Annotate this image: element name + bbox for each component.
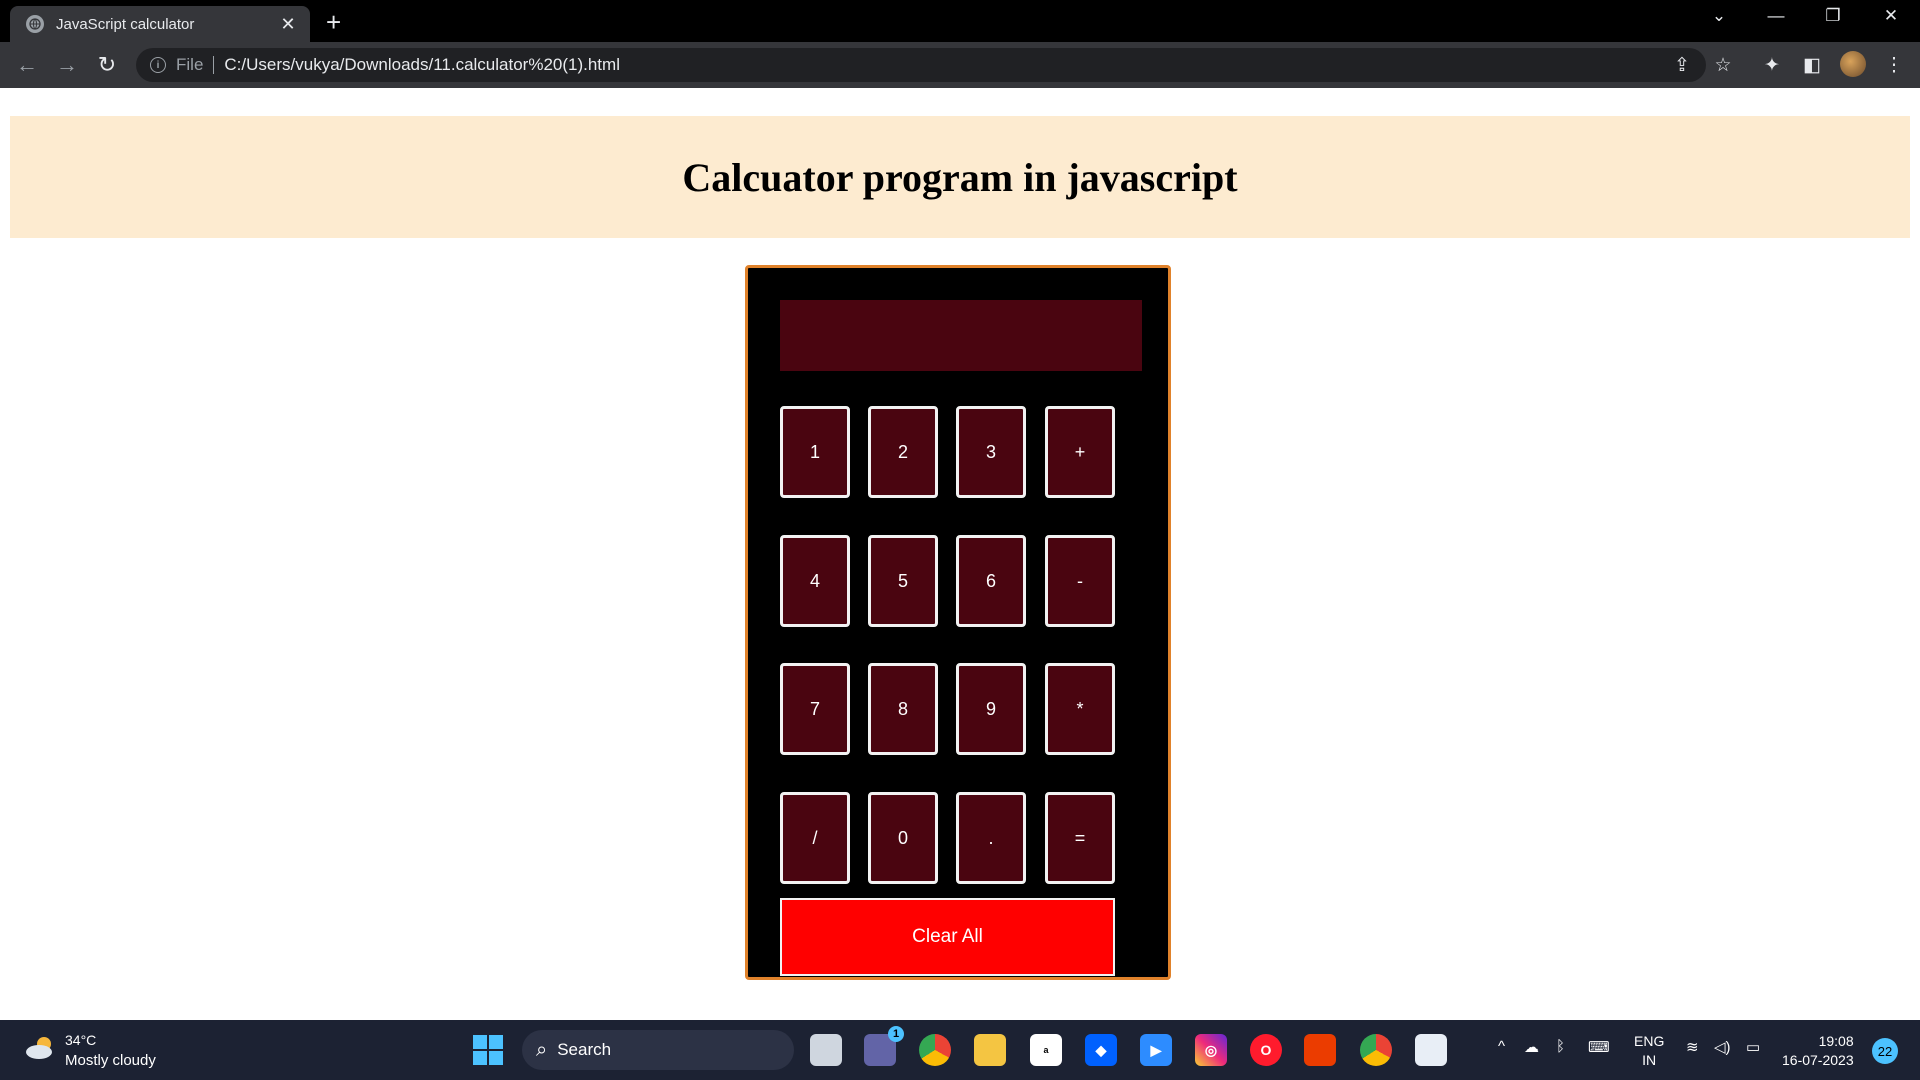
info-icon[interactable]: i	[150, 57, 166, 73]
calculator-display[interactable]	[780, 300, 1142, 371]
instagram-icon[interactable]: ◎	[1195, 1034, 1227, 1066]
bookmark-star-icon[interactable]: ☆	[1709, 54, 1737, 77]
key-multiply[interactable]: *	[1045, 663, 1115, 755]
teams-badge: 1	[888, 1026, 904, 1042]
browser-tab[interactable]: JavaScript calculator ✕	[10, 6, 310, 42]
page-header: Calcuator program in javascript	[10, 116, 1910, 238]
keyboard-icon[interactable]: ⌨	[1588, 1038, 1610, 1056]
key-9[interactable]: 9	[956, 663, 1026, 755]
reload-icon[interactable]: ↻	[92, 52, 122, 78]
file-scheme-label: File	[176, 55, 204, 74]
region-code: IN	[1642, 1052, 1657, 1068]
key-8[interactable]: 8	[868, 663, 938, 755]
extensions-icon[interactable]: ✦	[1758, 54, 1786, 77]
onedrive-icon[interactable]: ☁	[1524, 1038, 1539, 1056]
battery-icon[interactable]: ▭	[1746, 1038, 1760, 1056]
key-4[interactable]: 4	[780, 535, 850, 627]
tab-search-chevron-icon[interactable]: ⌄	[1704, 6, 1734, 26]
forward-icon[interactable]: →	[52, 52, 82, 78]
key-minus[interactable]: -	[1045, 535, 1115, 627]
new-tab-button[interactable]: +	[326, 7, 341, 38]
address-bar[interactable]: i File C:/Users/vukya/Downloads/11.calcu…	[136, 48, 1706, 82]
windows-start-icon[interactable]	[473, 1035, 503, 1065]
language-indicator[interactable]: ENG IN	[1634, 1032, 1664, 1070]
browser-toolbar: ← → ↻ i File C:/Users/vukya/Downloads/11…	[0, 42, 1920, 88]
teams-chat-icon[interactable]: 1	[864, 1026, 904, 1066]
key-0[interactable]: 0	[868, 792, 938, 884]
browser-tab-bar: JavaScript calculator ✕ + ⌄ — ❐ ✕	[0, 0, 1920, 42]
clear-all-button[interactable]: Clear All	[780, 898, 1115, 976]
globe-icon	[26, 15, 44, 33]
opera-icon[interactable]: O	[1250, 1034, 1282, 1066]
key-1[interactable]: 1	[780, 406, 850, 498]
key-decimal[interactable]: .	[956, 792, 1026, 884]
key-plus[interactable]: +	[1045, 406, 1115, 498]
key-2[interactable]: 2	[868, 406, 938, 498]
weather-temperature[interactable]: 34°C	[65, 1032, 96, 1048]
notepad-icon[interactable]	[1415, 1034, 1447, 1066]
key-3[interactable]: 3	[956, 406, 1026, 498]
clock-date: 16-07-2023	[1782, 1052, 1854, 1068]
close-tab-icon[interactable]: ✕	[274, 14, 302, 35]
back-icon[interactable]: ←	[12, 52, 42, 78]
taskbar-search[interactable]: ⌕ Search	[522, 1030, 794, 1070]
calculator: 1 2 3 + 4 5 6 - 7 8 9 * / 0 . = Clear Al…	[745, 265, 1171, 980]
language-code: ENG	[1634, 1033, 1665, 1049]
restore-icon[interactable]: ❐	[1818, 6, 1848, 26]
zoom-icon[interactable]: ▶	[1140, 1034, 1172, 1066]
show-hidden-icons-chevron-icon[interactable]: ^	[1498, 1038, 1505, 1055]
volume-icon[interactable]: ◁)	[1714, 1038, 1731, 1056]
system-clock[interactable]: 19:08 16-07-2023	[1782, 1032, 1854, 1070]
clock-time: 19:08	[1818, 1033, 1854, 1049]
task-view-icon[interactable]	[810, 1034, 842, 1066]
tab-title: JavaScript calculator	[56, 15, 195, 33]
close-window-icon[interactable]: ✕	[1876, 6, 1906, 26]
taskbar: 34°C Mostly cloudy ⌕ Search 1 a ◆ ▶ ◎ O …	[0, 1020, 1920, 1080]
share-icon[interactable]: ⇪	[1668, 54, 1696, 77]
page-title: Calcuator program in javascript	[682, 154, 1238, 200]
key-6[interactable]: 6	[956, 535, 1026, 627]
key-equals[interactable]: =	[1045, 792, 1115, 884]
key-7[interactable]: 7	[780, 663, 850, 755]
cloudy-weather-icon[interactable]	[24, 1034, 58, 1060]
amazon-icon[interactable]: a	[1030, 1034, 1062, 1066]
key-divide[interactable]: /	[780, 792, 850, 884]
search-icon: ⌕	[536, 1038, 548, 1061]
wifi-icon[interactable]: ≋	[1686, 1038, 1699, 1056]
minimize-icon[interactable]: —	[1761, 6, 1791, 26]
office-icon[interactable]	[1304, 1034, 1336, 1066]
key-5[interactable]: 5	[868, 535, 938, 627]
file-explorer-icon[interactable]	[974, 1034, 1006, 1066]
address-separator	[213, 56, 215, 74]
menu-kebab-icon[interactable]: ⋮	[1880, 54, 1908, 77]
dropbox-icon[interactable]: ◆	[1085, 1034, 1117, 1066]
chrome-icon[interactable]	[919, 1034, 951, 1066]
notification-badge[interactable]: 22	[1872, 1038, 1898, 1064]
url-text[interactable]: C:/Users/vukya/Downloads/11.calculator%2…	[224, 55, 620, 75]
bluetooth-icon[interactable]: ᛒ	[1556, 1038, 1565, 1055]
weather-description[interactable]: Mostly cloudy	[65, 1052, 156, 1069]
side-panel-icon[interactable]: ◧	[1798, 54, 1826, 77]
chrome-profile-icon[interactable]	[1360, 1034, 1392, 1066]
search-label: Search	[557, 1040, 612, 1059]
profile-avatar[interactable]	[1840, 51, 1866, 77]
